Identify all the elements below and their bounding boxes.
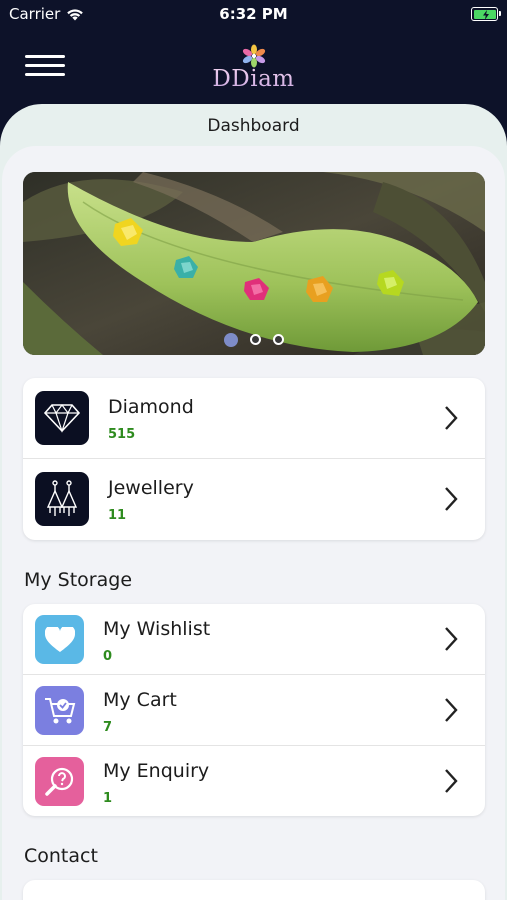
brand-logo: DDiam [0, 44, 507, 92]
category-list: Diamond 515 Jewellery 11 [23, 378, 485, 540]
list-item-title: My Wishlist [103, 618, 211, 640]
app-header: DDiam [0, 30, 507, 110]
list-item-title: Jewellery [108, 477, 194, 499]
cart-icon [35, 686, 84, 735]
banner-carousel[interactable] [23, 172, 485, 355]
carousel-dots [23, 333, 485, 347]
carousel-dot-1[interactable] [224, 333, 238, 347]
section-title-storage: My Storage [24, 569, 133, 591]
page-title: Dashboard [207, 116, 300, 136]
enquiry-icon [35, 757, 84, 806]
list-item-count: 1 [103, 791, 113, 806]
banner-image [23, 172, 485, 355]
list-item-count: 11 [108, 508, 127, 523]
flower-logo-icon [242, 44, 265, 68]
earrings-icon [35, 472, 89, 526]
chevron-right-icon [445, 406, 458, 430]
list-item-count: 0 [103, 649, 113, 664]
chevron-right-icon [445, 627, 458, 651]
brand-name: DDiam [0, 66, 507, 92]
status-time: 6:32 PM [219, 5, 288, 23]
list-item-title: My Enquiry [103, 760, 210, 782]
list-item-count: 515 [108, 427, 136, 442]
contact-card[interactable] [23, 880, 485, 900]
chevron-right-icon [445, 487, 458, 511]
list-item-wishlist[interactable]: My Wishlist 0 [23, 604, 485, 675]
battery-icon [471, 7, 501, 21]
chevron-right-icon [445, 698, 458, 722]
list-item-jewellery[interactable]: Jewellery 11 [23, 459, 485, 540]
main-panel: Dashboard Diamond 515 Jewellery 11 My St… [0, 104, 507, 900]
heart-icon [35, 615, 84, 664]
list-item-count: 7 [103, 720, 113, 735]
carousel-dot-3[interactable] [273, 334, 284, 345]
list-item-title: My Cart [103, 689, 177, 711]
list-item-diamond[interactable]: Diamond 515 [23, 378, 485, 459]
list-item-cart[interactable]: My Cart 7 [23, 675, 485, 746]
carousel-dot-2[interactable] [250, 334, 261, 345]
storage-list: My Wishlist 0 My Cart 7 My Enquiry 1 [23, 604, 485, 816]
list-item-title: Diamond [108, 396, 194, 418]
list-item-enquiry[interactable]: My Enquiry 1 [23, 746, 485, 816]
section-title-contact: Contact [24, 845, 98, 867]
diamond-icon [35, 391, 89, 445]
status-bar: Carrier 6:32 PM [0, 0, 507, 30]
chevron-right-icon [445, 769, 458, 793]
